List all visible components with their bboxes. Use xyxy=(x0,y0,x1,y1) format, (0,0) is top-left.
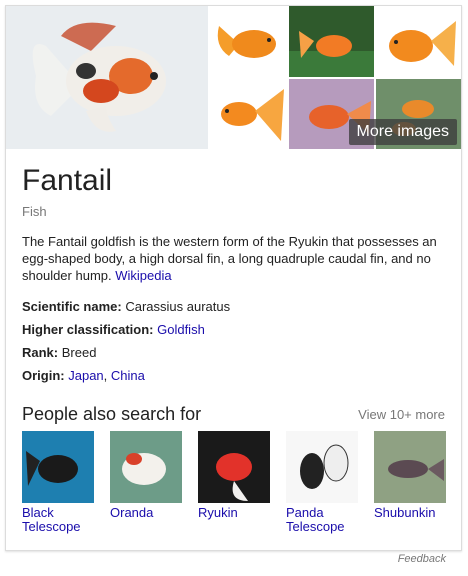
origin-link-china[interactable]: China xyxy=(111,368,145,383)
panda-telescope-thumbnail[interactable] xyxy=(286,431,358,503)
fact-label: Scientific name: xyxy=(22,299,122,314)
related-item-panda-telescope[interactable]: Panda Telescope xyxy=(286,431,362,534)
people-also-search-heading: People also search for xyxy=(22,404,202,424)
entity-description: The Fantail goldfish is the western form… xyxy=(22,233,447,284)
knowledge-panel: More images Fantail Fish The Fantail gol… xyxy=(5,5,462,551)
related-item-shubunkin[interactable]: Shubunkin xyxy=(374,431,450,520)
related-item-label[interactable]: Oranda xyxy=(110,506,186,520)
origin-separator: , xyxy=(103,368,111,383)
view-more-link[interactable]: View 10+ more xyxy=(358,407,445,422)
shubunkin-thumbnail[interactable] xyxy=(374,431,446,503)
related-item-ryukin[interactable]: Ryukin xyxy=(198,431,274,520)
main-fish-image[interactable] xyxy=(6,6,208,149)
origin-link-japan[interactable]: Japan xyxy=(68,368,103,383)
related-item-black-telescope[interactable]: Black Telescope xyxy=(22,431,98,534)
goldfish-link[interactable]: Goldfish xyxy=(157,322,205,337)
fact-higher-classification: Higher classification: Goldfish xyxy=(22,322,205,337)
fish-image-3[interactable] xyxy=(289,6,374,77)
fact-value: Carassius auratus xyxy=(125,299,231,314)
ryukin-thumbnail[interactable] xyxy=(198,431,270,503)
related-item-oranda[interactable]: Oranda xyxy=(110,431,186,520)
description-text: The Fantail goldfish is the western form… xyxy=(22,234,437,283)
fact-label: Higher classification: xyxy=(22,322,154,337)
oranda-thumbnail[interactable] xyxy=(110,431,182,503)
fact-origin: Origin: Japan, China xyxy=(22,368,145,383)
black-telescope-thumbnail[interactable] xyxy=(22,431,94,503)
feedback-link[interactable]: Feedback xyxy=(398,553,446,565)
fish-image-4[interactable] xyxy=(376,6,461,77)
related-item-label[interactable]: Ryukin xyxy=(198,506,274,520)
fish-image-5[interactable] xyxy=(209,79,287,149)
entity-subtitle: Fish xyxy=(22,204,47,219)
fact-rank: Rank: Breed xyxy=(22,345,96,360)
fact-scientific-name: Scientific name: Carassius auratus xyxy=(22,299,230,314)
related-item-label[interactable]: Shubunkin xyxy=(374,506,450,520)
related-item-label[interactable]: Black Telescope xyxy=(22,506,98,534)
entity-title: Fantail xyxy=(22,164,113,197)
wikipedia-link[interactable]: Wikipedia xyxy=(115,268,171,283)
more-images-button[interactable]: More images xyxy=(348,119,457,145)
fish-image-2[interactable] xyxy=(209,6,287,77)
image-gallery: More images xyxy=(6,6,461,149)
fact-value: Breed xyxy=(61,345,97,360)
fact-label: Rank: xyxy=(22,345,59,360)
fact-label: Origin: xyxy=(22,368,65,383)
related-item-label[interactable]: Panda Telescope xyxy=(286,506,362,534)
